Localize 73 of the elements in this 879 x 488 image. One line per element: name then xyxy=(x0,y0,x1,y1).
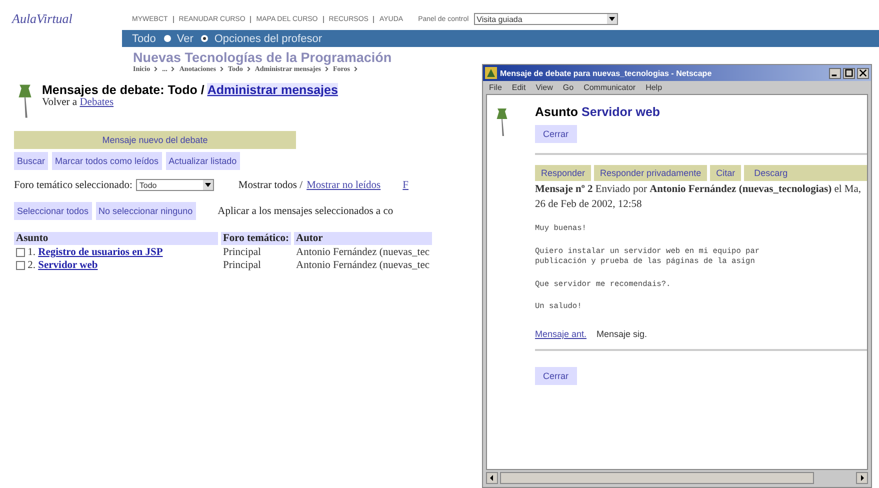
maximize-button[interactable] xyxy=(843,68,855,78)
chevron-icon xyxy=(246,66,251,72)
page-heading: Mensajes de debate: Todo / xyxy=(42,83,204,97)
chevron-icon xyxy=(154,66,158,72)
next-message-label: Mensaje sig. xyxy=(596,328,648,339)
dropdown-arrow-icon xyxy=(203,180,214,190)
radio-button[interactable] xyxy=(201,35,208,42)
checkbox[interactable] xyxy=(16,248,25,258)
menu-item[interactable]: Communicator xyxy=(584,83,636,92)
column-header: Asunto xyxy=(14,232,218,245)
radio-button[interactable] xyxy=(164,35,171,42)
scroll-thumb[interactable] xyxy=(500,472,814,484)
table-cell-text: Antonio Fernández (nuevas_tec xyxy=(294,260,431,271)
select-button[interactable]: No seleccionar ninguno xyxy=(96,202,196,220)
window-title: Mensaje de debate para nuevas_tecnologias - Netscape xyxy=(500,68,713,78)
forum-select[interactable]: Todo xyxy=(136,179,214,191)
control-panel-select[interactable]: Visita guiada xyxy=(474,13,618,25)
subject-title: Servidor web xyxy=(582,105,660,119)
close-page-button[interactable]: Cerrar xyxy=(535,125,577,143)
message-action-button[interactable]: Responder xyxy=(535,165,592,181)
previous-message-link[interactable]: Mensaje ant. xyxy=(535,328,587,339)
chevron-icon xyxy=(171,66,176,72)
chevron-icon xyxy=(325,66,330,72)
scroll-right-icon[interactable] xyxy=(856,472,868,484)
column-header: Autor xyxy=(294,232,432,245)
menu-item[interactable]: Help xyxy=(646,83,662,92)
action-button[interactable]: Buscar xyxy=(14,152,48,170)
view-label: Todo xyxy=(132,32,156,44)
menu-item[interactable]: View xyxy=(536,83,553,92)
menu-item[interactable]: File xyxy=(489,83,502,92)
subject-label: Asunto xyxy=(535,105,578,119)
select-button[interactable]: Seleccionar todos xyxy=(14,202,92,220)
filter-link[interactable]: F xyxy=(402,180,408,190)
maximize-icon xyxy=(845,69,853,77)
chevron-icon xyxy=(354,66,358,72)
row-number: 1. xyxy=(28,247,36,258)
apply-label: Aplicar a los mensajes seleccionados a co xyxy=(218,206,394,216)
message-meta: Mensaje nº 2 Enviado por Antonio Fernández (nuevas_tecnologias) el Ma, 26 de Feb de 2002, 12:58 xyxy=(535,183,862,212)
close-page-button[interactable]: Cerrar xyxy=(535,366,577,385)
subject-link[interactable]: Registro de usuarios en JSP xyxy=(38,247,163,258)
menu-item[interactable]: Go xyxy=(562,83,574,92)
minimize-button[interactable] xyxy=(829,68,841,78)
scroll-left-icon[interactable] xyxy=(486,472,498,484)
forum-filter-label: Foro temático seleccionado: xyxy=(14,180,132,190)
table-cell-text: Principal xyxy=(222,247,262,258)
dropdown-arrow-icon xyxy=(606,14,617,24)
checkbox[interactable] xyxy=(16,261,25,270)
action-button[interactable]: Actualizar listado xyxy=(166,152,240,170)
action-button[interactable]: Marcar todos como leídos xyxy=(52,152,162,170)
column-header: Foro temático: xyxy=(221,232,291,245)
message-action-button[interactable]: Descarg xyxy=(744,165,867,181)
subject-link[interactable]: Servidor web xyxy=(38,260,98,271)
message-action-button[interactable]: Citar xyxy=(710,165,742,181)
back-label: Volver a xyxy=(42,97,78,108)
close-icon xyxy=(859,69,867,77)
show-unread-link[interactable]: Mostrar no leídos xyxy=(306,180,381,190)
course-title: Nuevas Tecnologías de la Programación xyxy=(133,50,393,65)
close-button[interactable] xyxy=(857,68,869,78)
radio-label[interactable]: Ver xyxy=(176,32,194,44)
table-cell-text: Antonio Fernández (nuevas_tec xyxy=(294,247,431,258)
debates-link[interactable]: Debates xyxy=(80,97,114,108)
logo: AulaVirtual xyxy=(12,11,74,27)
show-all-label: Mostrar todos / xyxy=(238,180,303,190)
new-message-button[interactable]: Mensaje nuevo del debate xyxy=(14,131,296,149)
menu-item[interactable]: Edit xyxy=(512,83,526,92)
row-number: 2. xyxy=(28,260,36,271)
chevron-icon xyxy=(220,66,224,72)
horizontal-scrollbar[interactable] xyxy=(483,471,871,485)
table-cell-text: Principal xyxy=(222,260,262,271)
app-icon xyxy=(485,67,497,79)
radio-label[interactable]: Opciones del profesor xyxy=(214,32,322,44)
message-action-button[interactable]: Responder privadamente xyxy=(594,165,708,181)
manage-messages-link[interactable]: Administrar mensajes xyxy=(207,83,338,97)
